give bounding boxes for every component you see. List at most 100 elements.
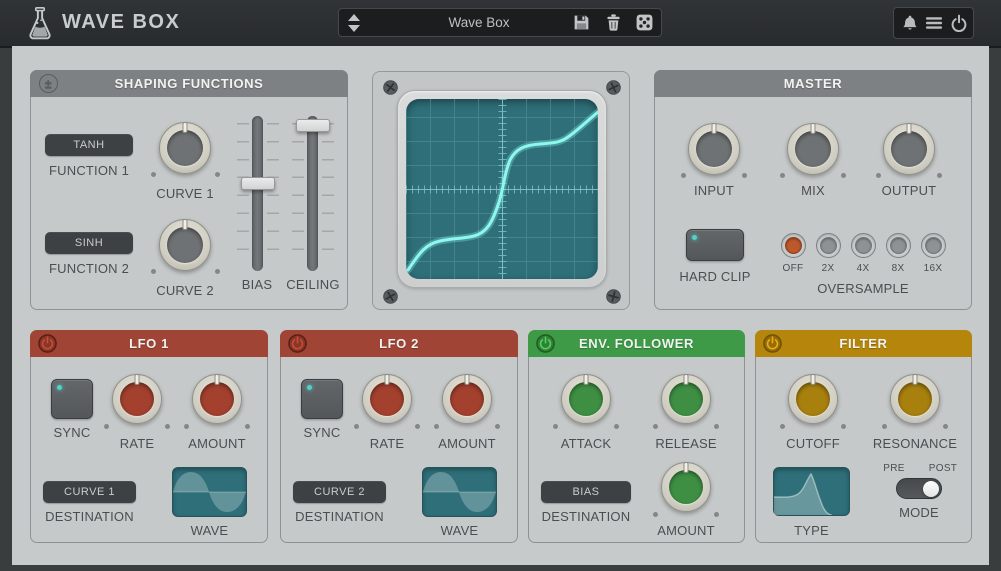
mode-label: MODE xyxy=(879,505,959,520)
lfo1-wave-label: WAVE xyxy=(172,523,247,538)
mix-label: MIX xyxy=(763,183,863,198)
lfo2-wave-display[interactable] xyxy=(422,467,497,517)
random-preset-dice-icon[interactable] xyxy=(635,13,654,32)
preset-down-arrow-icon[interactable] xyxy=(348,25,360,32)
knob-pointer xyxy=(811,374,816,385)
lfo2-sync-button[interactable] xyxy=(301,379,343,419)
ceiling-slider-handle[interactable] xyxy=(296,119,330,132)
sync-led xyxy=(307,385,312,390)
knob-pointer xyxy=(913,374,918,385)
knob-max-dot xyxy=(495,424,500,429)
knob-max-dot xyxy=(714,424,719,429)
plus-minus-icon[interactable]: ± xyxy=(39,74,58,93)
oversample-8x-label: 8X xyxy=(878,263,918,274)
env-destination-button[interactable]: BIAS xyxy=(541,481,631,503)
knob-min-dot xyxy=(553,424,558,429)
mode-toggle[interactable] xyxy=(896,478,942,499)
lfo1-power-icon[interactable] xyxy=(38,334,57,353)
power-icon[interactable] xyxy=(950,14,968,32)
title-bar: WAVE BOX Wave Box xyxy=(0,0,1001,48)
hard-clip-led xyxy=(692,235,697,240)
lfo2-title: LFO 2 xyxy=(379,336,419,351)
knob-pointer xyxy=(684,374,689,385)
ceiling-slider-track[interactable] xyxy=(307,116,318,271)
lfo1-amount-knob[interactable] xyxy=(192,374,242,424)
lfo2-panel: LFO 2 SYNC RATE AMOUNT CURVE 2 DESTINATI… xyxy=(280,330,518,543)
lfo1-sync-button[interactable] xyxy=(51,379,93,419)
bias-slider-handle[interactable] xyxy=(241,177,275,190)
radio-indicator xyxy=(855,237,872,254)
env-amount-knob[interactable] xyxy=(661,462,711,512)
delete-preset-trash-icon[interactable] xyxy=(604,13,623,32)
attack-knob[interactable] xyxy=(561,374,611,424)
slider-ticks xyxy=(267,123,279,265)
knob-pointer xyxy=(465,374,470,385)
oversample-off-radio[interactable] xyxy=(781,233,806,258)
knob-max-dot xyxy=(937,173,942,178)
function1-label: FUNCTION 1 xyxy=(31,163,147,178)
cutoff-label: CUTOFF xyxy=(763,436,863,451)
oversample-16x-radio[interactable] xyxy=(921,233,946,258)
hamburger-menu-icon[interactable] xyxy=(925,14,943,32)
slider-ticks xyxy=(292,123,304,265)
lfo2-rate-knob[interactable] xyxy=(362,374,412,424)
toggle-handle[interactable] xyxy=(923,481,939,497)
curve2-knob[interactable] xyxy=(159,219,211,271)
knob-min-dot xyxy=(184,424,189,429)
curve1-knob[interactable] xyxy=(159,122,211,174)
input-label: INPUT xyxy=(664,183,764,198)
knob-max-dot xyxy=(215,172,220,177)
plugin-window: WAVE BOX Wave Box xyxy=(0,0,1001,571)
knob-pointer xyxy=(907,123,912,134)
knob-min-dot xyxy=(354,424,359,429)
main-surface: ± SHAPING FUNCTIONS TANH FUNCTION 1 CURV… xyxy=(12,46,989,565)
lfo1-destination-button[interactable]: CURVE 1 xyxy=(43,481,136,503)
bell-icon[interactable] xyxy=(901,14,919,32)
function1-select-button[interactable]: TANH xyxy=(45,134,133,156)
lfo1-panel: LFO 1 SYNC RATE AMOUNT CURVE 1 DESTINATI… xyxy=(30,330,268,543)
output-knob[interactable] xyxy=(883,123,935,175)
oversample-2x-radio[interactable] xyxy=(816,233,841,258)
oversample-8x-radio[interactable] xyxy=(886,233,911,258)
env-follower-header: ENV. FOLLOWER xyxy=(528,330,745,357)
release-knob[interactable] xyxy=(661,374,711,424)
slider-ticks xyxy=(322,123,334,265)
knob-min-dot xyxy=(876,173,881,178)
lfo1-wave-display[interactable] xyxy=(172,467,247,517)
cutoff-knob[interactable] xyxy=(788,374,838,424)
knob-pointer xyxy=(712,123,717,134)
shaping-functions-panel: ± SHAPING FUNCTIONS TANH FUNCTION 1 CURV… xyxy=(30,70,348,310)
ceiling-label: CEILING xyxy=(277,277,349,292)
transfer-curve-display xyxy=(406,99,598,279)
save-preset-floppy-icon[interactable] xyxy=(572,13,591,32)
filter-type-display[interactable] xyxy=(773,467,850,516)
output-label: OUTPUT xyxy=(859,183,959,198)
env-follower-title: ENV. FOLLOWER xyxy=(579,336,694,351)
lfo2-destination-button[interactable]: CURVE 2 xyxy=(293,481,386,503)
preset-name[interactable]: Wave Box xyxy=(369,15,589,30)
oversample-4x-radio[interactable] xyxy=(851,233,876,258)
bias-slider-track[interactable] xyxy=(252,116,263,271)
env-power-icon[interactable] xyxy=(536,334,555,353)
preset-up-arrow-icon[interactable] xyxy=(348,14,360,21)
resonance-knob[interactable] xyxy=(890,374,940,424)
lfo2-amount-knob[interactable] xyxy=(442,374,492,424)
knob-max-dot xyxy=(714,512,719,517)
hard-clip-label: HARD CLIP xyxy=(655,269,775,284)
filter-power-icon[interactable] xyxy=(763,334,782,353)
function2-select-button[interactable]: SINH xyxy=(45,232,133,254)
input-knob[interactable] xyxy=(688,123,740,175)
slider-ticks xyxy=(237,123,249,265)
lfo2-power-icon[interactable] xyxy=(288,334,307,353)
mix-knob[interactable] xyxy=(787,123,839,175)
scope-panel xyxy=(372,71,630,310)
mode-pre-label: PRE xyxy=(874,463,914,474)
knob-pointer xyxy=(215,374,220,385)
lfo1-rate-knob[interactable] xyxy=(112,374,162,424)
screw-icon xyxy=(383,289,398,304)
knob-min-dot xyxy=(653,512,658,517)
oversample-label: OVERSAMPLE xyxy=(793,281,933,296)
knob-pointer xyxy=(385,374,390,385)
knob-max-dot xyxy=(614,424,619,429)
hard-clip-button[interactable] xyxy=(686,229,744,261)
